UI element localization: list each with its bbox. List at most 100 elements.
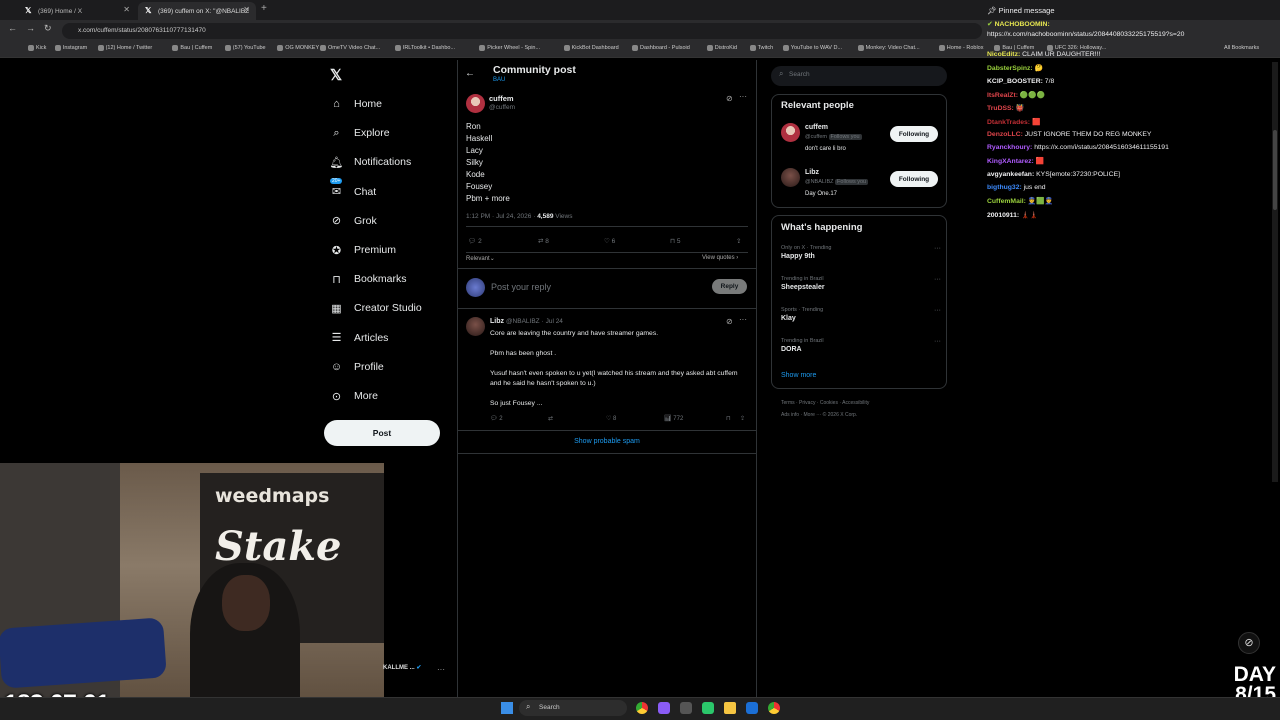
person-name[interactable]: cuffem [805,124,828,131]
nav-item-premium[interactable]: ✪ Premium [330,240,396,260]
url-input[interactable]: x.com/cuffem/status/2080763110777131470 [62,23,982,39]
nav-item-articles[interactable]: ☰ Articles [330,328,389,348]
nav-item-home[interactable]: ⌂ Home [330,94,382,114]
account-name[interactable]: KALLME ... ✔ [383,664,421,671]
chrome-icon[interactable] [768,702,780,714]
nav-item-more[interactable]: ⊙ More [330,386,378,406]
grok-float-icon[interactable]: ⊘ [1238,632,1260,654]
bookmark-item[interactable]: Picker Wheel - Spin... [479,45,540,51]
like-action[interactable]: ♡ 8 [606,415,664,422]
following-button[interactable]: Following [890,126,938,142]
reply-action[interactable]: 💬︎ 2 [468,237,538,245]
steam-icon[interactable] [746,702,758,714]
person-avatar[interactable] [781,168,800,187]
reply-action[interactable]: 💬︎ 2 [490,415,548,422]
reply-name[interactable]: Libz [490,318,504,325]
new-tab-icon[interactable]: + [261,3,267,14]
author-handle[interactable]: @cuffem [489,104,515,111]
more-options-icon[interactable]: ··· [739,315,747,324]
app-icon[interactable] [680,702,692,714]
footer-links[interactable]: Terms · Privacy · Cookies · Accessibilit… [781,400,869,406]
footer-copyright[interactable]: Ads info · More ··· © 2026 X Corp. [781,412,857,418]
reply-handle[interactable]: @NBALIBZ [506,318,540,325]
search-input[interactable]: Search [771,66,947,86]
nav-item-creator-studio[interactable]: ▦ Creator Studio [330,298,421,318]
reload-icon[interactable]: ↻ [44,23,52,34]
reply-avatar[interactable] [466,317,485,336]
nav-item-chat[interactable]: ✉ Chat 20+ [330,177,376,202]
grok-icon[interactable]: ⊘ [726,317,733,326]
nav-item-notifications[interactable]: 🔔︎ Notifications [330,152,412,172]
windows-start-icon[interactable] [501,702,513,714]
more-options-icon[interactable]: ··· [934,245,941,252]
more-options-icon[interactable]: ··· [739,92,747,101]
author-name[interactable]: cuffem [489,94,514,103]
bookmark-item[interactable]: DistroKid [706,45,737,51]
bookmark-item[interactable]: (57) YouTube [224,45,266,51]
bookmark-item[interactable]: Bau | Cuffem [172,45,212,51]
view-quotes-link[interactable]: View quotes › [702,255,738,261]
more-options-icon[interactable]: ··· [934,276,941,283]
sort-dropdown[interactable]: Relevant⌄ [466,255,495,262]
bookmark-item[interactable]: Dashboard - Pulsoid [632,45,690,51]
all-bookmarks[interactable]: All Bookmarks [1224,45,1259,51]
reply-button[interactable]: Reply [712,279,747,294]
bookmark-item[interactable]: Twitch [749,45,773,51]
user-avatar[interactable] [466,278,485,297]
bookmark-item[interactable]: Home - Roblox [938,45,983,51]
trend-item[interactable]: Sports · Trending Klay ··· [781,307,941,322]
share-icon[interactable]: ⇪ [736,237,741,245]
more-options-icon[interactable]: ··· [934,338,941,345]
bookmark-item[interactable]: IRLToolkit • Dashbo... [394,45,455,51]
bookmark-item[interactable]: OG MONKEY [277,45,319,51]
bookmark-item[interactable]: (12) Home / Twitter [97,45,152,51]
nav-item-profile[interactable]: ☺ Profile [330,357,384,377]
chrome-icon[interactable] [636,702,648,714]
nav-item-explore[interactable]: ⌕ Explore [330,123,389,143]
bookmark-item[interactable]: Monkey: Video Chat... [857,45,920,51]
back-icon[interactable]: ← [8,23,17,33]
share-icon[interactable]: ⇪ [740,415,745,422]
bookmark-item[interactable]: YouTube to WAV D... [782,45,842,51]
bookmark-item[interactable]: Kick [28,45,46,51]
app-icon[interactable] [702,702,714,714]
reply-date[interactable]: · Jul 24 [542,318,563,325]
post-button[interactable]: Post [324,420,440,446]
back-arrow-icon[interactable]: ← [465,68,475,79]
bookmark-item[interactable]: OmeTV Video Chat... [320,45,380,51]
folder-icon[interactable] [724,702,736,714]
trend-item[interactable]: Only on X · Trending Happy 9th ··· [781,245,941,260]
browser-tab-home[interactable]: 𝕏 (369) Home / X ✕ [18,2,136,20]
app-icon[interactable] [658,702,670,714]
scrollbar[interactable] [1272,62,1278,482]
close-tab-icon[interactable]: ✕ [123,5,130,14]
reply-input[interactable]: Post your reply [491,282,551,292]
trend-item[interactable]: Trending in Brazil DORA ··· [781,338,941,353]
bookmark-item[interactable]: Instagram [54,45,87,51]
community-link[interactable]: BAU [493,77,505,83]
bookmark-item[interactable]: KickBot Dashboard [563,45,619,51]
close-tab-icon[interactable]: ✕ [243,5,250,14]
taskbar-search[interactable]: Search [519,700,627,716]
person-name[interactable]: Libz [805,169,819,176]
grok-icon[interactable]: ⊘ [726,94,733,103]
person-avatar[interactable] [781,123,800,142]
repost-icon[interactable]: ⇄ [548,415,606,422]
views-action[interactable]: 📊︎ 772 [664,415,726,422]
show-more-link[interactable]: Show more [781,372,816,379]
repost-action[interactable]: ⇄ 8 [538,237,604,245]
scrollbar-thumb[interactable] [1273,130,1277,210]
bookmark-action[interactable]: ⊓ 5 [670,237,736,245]
nav-item-grok[interactable]: ⊘ Grok [330,211,377,231]
forward-icon[interactable]: → [26,23,35,33]
following-button[interactable]: Following [890,171,938,187]
like-action[interactable]: ♡ 6 [604,237,670,245]
show-spam-link[interactable]: Show probable spam [457,438,757,445]
trend-item[interactable]: Trending in Brazil Sheepstealer ··· [781,276,941,291]
nav-item-bookmarks[interactable]: ⊓ Bookmarks [330,269,406,289]
author-avatar[interactable] [466,94,485,113]
x-logo-icon[interactable]: 𝕏 [330,66,342,84]
more-options-icon[interactable]: ··· [437,665,445,674]
browser-tab-post[interactable]: 𝕏 (369) cuffem on X: "@NBALIBZ ✕ [138,2,256,20]
more-options-icon[interactable]: ··· [934,307,941,314]
